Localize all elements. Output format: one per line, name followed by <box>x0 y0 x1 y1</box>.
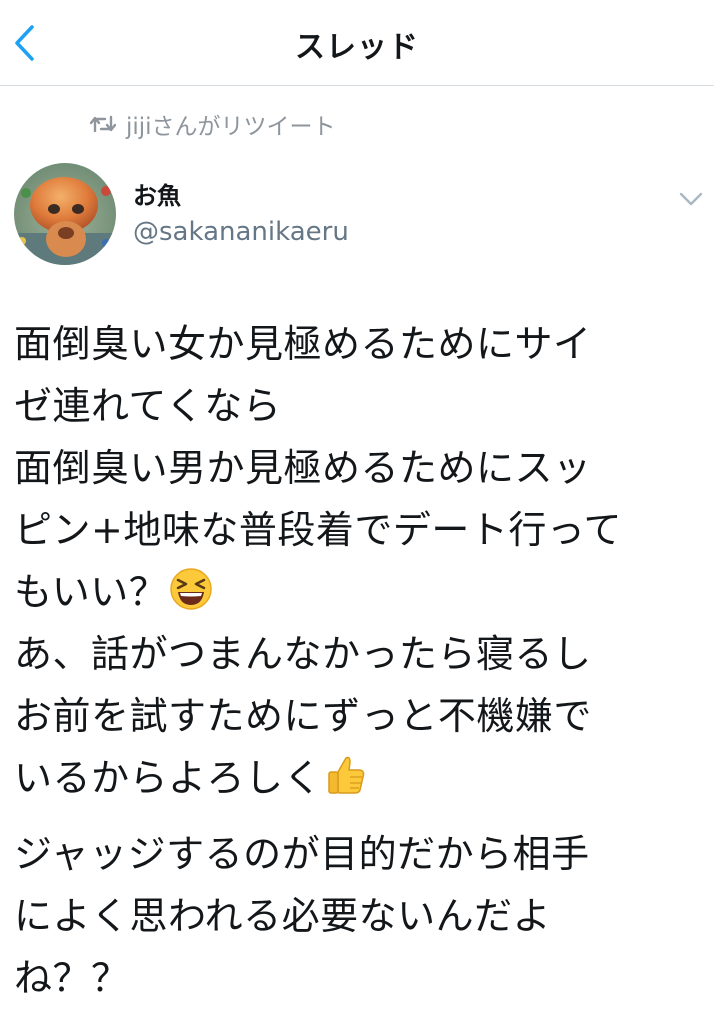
retweet-text: jijiさんがリツイート <box>126 114 336 140</box>
retweet-icon <box>90 115 116 133</box>
tweet-line: ね？？ <box>14 956 130 1000</box>
tweet-line: 面倒臭い女か見極めるためにサイ <box>14 322 592 366</box>
nav-bar: スレッド <box>0 0 714 86</box>
tweet-line-text: もいい？ <box>14 570 168 614</box>
tweet-text: 面倒臭い女か見極めるためにサイ ゼ連れてくなら 面倒臭い男か見極めるためにスッ … <box>14 313 704 1009</box>
tweet-line-text: いるからよろしく <box>14 756 323 800</box>
author-block[interactable]: お魚 @sakananikaeru <box>133 180 349 248</box>
retweet-indicator[interactable]: jijiさんがリツイート <box>90 108 336 140</box>
author-handle: @sakananikaeru <box>133 217 349 247</box>
tweet-line: お前を試すためにずっと不機嫌で <box>14 694 592 738</box>
tweet-line-with-emoji: いるからよろしく <box>14 747 704 809</box>
page-title: スレッド <box>295 30 419 65</box>
thumbs-up-emoji-icon <box>324 753 368 815</box>
tweet-line: あ、話がつまんなかったら寝るし <box>14 632 592 676</box>
chevron-down-icon <box>679 192 703 206</box>
tweet-paragraph-2: ジャッジするのが目的だから相手 によく思われる必要ないんだよ ね？？ <box>14 823 704 1009</box>
tweet-line: ゼ連れてくなら <box>14 384 282 428</box>
tweet-line: によく思われる必要ないんだよ <box>14 894 552 938</box>
grinning-squinting-face-emoji-icon <box>169 567 213 629</box>
tweet-menu-button[interactable] <box>676 186 706 212</box>
tweet-line: ピン+地味な普段着でデート行って <box>14 508 622 552</box>
avatar[interactable] <box>14 163 116 265</box>
tweet-line: ジャッジするのが目的だから相手 <box>14 832 590 876</box>
tweet-line-with-emoji: もいい？ <box>14 561 704 623</box>
author-name: お魚 <box>133 182 181 210</box>
tweet-line: 面倒臭い男か見極めるためにスッ <box>14 446 592 490</box>
goldfish-avatar-icon <box>14 163 116 265</box>
